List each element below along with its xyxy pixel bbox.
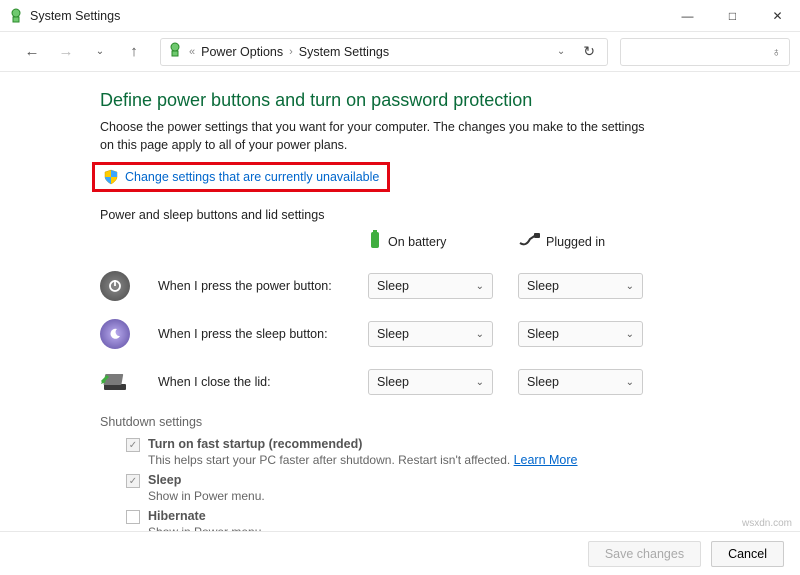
chevron-down-icon: ⌄ <box>476 329 484 340</box>
search-input[interactable]: ♁ <box>620 38 790 66</box>
sleep-checkbox[interactable]: ✓ <box>126 474 140 488</box>
address-dropdown-icon[interactable]: ⌄ <box>551 46 571 57</box>
recent-locations-button[interactable]: ⌄ <box>86 38 114 66</box>
lid-close-icon <box>100 367 130 397</box>
power-plugged-select[interactable]: Sleep ⌄ <box>518 273 643 299</box>
lid-plugged-select[interactable]: Sleep ⌄ <box>518 369 643 395</box>
battery-icon <box>368 230 382 253</box>
breadcrumb-level2[interactable]: System Settings <box>299 45 389 59</box>
nav-row: ← → ⌄ ↑ « Power Options › System Setting… <box>0 32 800 72</box>
col-plugged-label: Plugged in <box>546 235 605 249</box>
power-plugged-value: Sleep <box>527 279 559 293</box>
plug-icon <box>518 233 540 250</box>
window-title: System Settings <box>30 9 120 23</box>
col-battery-label: On battery <box>388 235 446 249</box>
titlebar: System Settings — □ ✕ <box>0 0 800 32</box>
refresh-button[interactable]: ↻ <box>577 43 601 60</box>
uac-shield-icon <box>103 169 119 185</box>
sleep-plugged-select[interactable]: Sleep ⌄ <box>518 321 643 347</box>
watermark: wsxdn.com <box>742 518 792 529</box>
power-battery-select[interactable]: Sleep ⌄ <box>368 273 493 299</box>
fast-startup-sub: This helps start your PC faster after sh… <box>148 453 514 467</box>
chevron-down-icon: ⌄ <box>626 377 634 388</box>
sleep-title: Sleep <box>148 473 181 487</box>
up-button[interactable]: ↑ <box>120 38 148 66</box>
page-subtext: Choose the power settings that you want … <box>100 119 660 154</box>
lid-battery-value: Sleep <box>377 375 409 389</box>
breadcrumb-sep-icon: « <box>189 46 195 58</box>
chevron-down-icon: ⌄ <box>626 281 634 292</box>
breadcrumb-level1[interactable]: Power Options <box>201 45 283 59</box>
page-heading: Define power buttons and turn on passwor… <box>100 90 784 111</box>
close-button[interactable]: ✕ <box>755 0 800 32</box>
footer: Save changes Cancel <box>0 531 800 575</box>
minimize-button[interactable]: — <box>665 0 710 32</box>
power-settings-table: On battery Plugged in When I press the p… <box>100 230 784 397</box>
cancel-button[interactable]: Cancel <box>711 541 784 567</box>
chevron-down-icon: ⌄ <box>626 329 634 340</box>
hibernate-title: Hibernate <box>148 509 206 523</box>
learn-more-link[interactable]: Learn More <box>514 453 578 467</box>
sleep-battery-value: Sleep <box>377 327 409 341</box>
hibernate-checkbox[interactable]: ✓ <box>126 510 140 524</box>
forward-button[interactable]: → <box>52 38 80 66</box>
row-power-label: When I press the power button: <box>158 279 348 293</box>
lid-battery-select[interactable]: Sleep ⌄ <box>368 369 493 395</box>
sleep-sub: Show in Power menu. <box>148 489 265 503</box>
content-area: Define power buttons and turn on passwor… <box>0 72 800 539</box>
lid-plugged-value: Sleep <box>527 375 559 389</box>
maximize-button[interactable]: □ <box>710 0 755 32</box>
change-settings-link[interactable]: Change settings that are currently unava… <box>125 170 379 184</box>
sleep-battery-select[interactable]: Sleep ⌄ <box>368 321 493 347</box>
chevron-down-icon: ⌄ <box>476 281 484 292</box>
row-sleep-label: When I press the sleep button: <box>158 327 348 341</box>
row-lid-label: When I close the lid: <box>158 375 348 389</box>
power-battery-value: Sleep <box>377 279 409 293</box>
buttons-section-label: Power and sleep buttons and lid settings <box>100 208 784 222</box>
power-button-icon <box>100 271 130 301</box>
back-button[interactable]: ← <box>18 38 46 66</box>
fast-startup-checkbox[interactable]: ✓ <box>126 438 140 452</box>
search-icon: ♁ <box>772 45 781 59</box>
change-settings-highlight: Change settings that are currently unava… <box>92 162 390 192</box>
fast-startup-title: Turn on fast startup (recommended) <box>148 437 362 451</box>
breadcrumb-chevron-icon: › <box>289 46 293 58</box>
sleep-button-icon <box>100 319 130 349</box>
shutdown-section-label: Shutdown settings <box>100 415 784 429</box>
app-icon <box>8 8 24 24</box>
address-bar[interactable]: « Power Options › System Settings ⌄ ↻ <box>160 38 608 66</box>
save-button[interactable]: Save changes <box>588 541 701 567</box>
chevron-down-icon: ⌄ <box>476 377 484 388</box>
sleep-plugged-value: Sleep <box>527 327 559 341</box>
address-icon <box>167 42 183 61</box>
